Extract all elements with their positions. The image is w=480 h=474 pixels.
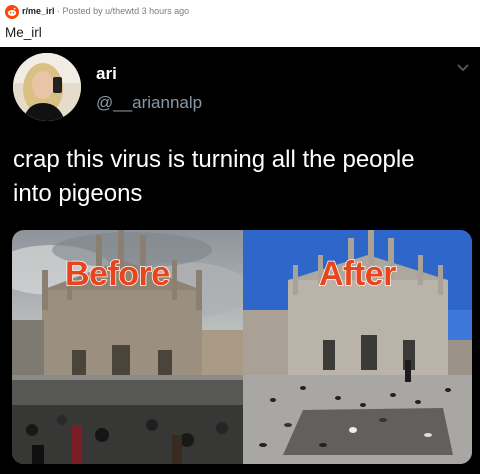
before-label: Before [64,254,171,294]
after-photo: After [243,230,472,464]
chevron-down-icon[interactable] [456,63,470,73]
avatar [13,53,81,121]
tweet-image: ari @__ariannalp crap this virus is turn… [0,47,480,474]
before-photo: Before [12,230,252,464]
user-handle[interactable]: @__ariannalp [96,93,202,113]
display-name[interactable]: ari [96,64,117,84]
post-meta: r/me_irl · Posted by u/thewtd 3 hours ag… [22,6,189,16]
post-header: r/me_irl · Posted by u/thewtd 3 hours ag… [0,0,480,48]
after-label: After [318,254,397,294]
posted-by-text: · Posted by u/thewtd 3 hours ago [57,6,190,16]
post-title[interactable]: Me_irl [5,25,42,40]
reddit-logo-icon[interactable] [5,5,19,19]
tweet-media[interactable]: Before After [12,230,472,464]
tweet-text: crap this virus is turning all the peopl… [13,146,415,207]
subreddit-link[interactable]: r/me_irl [22,6,55,16]
